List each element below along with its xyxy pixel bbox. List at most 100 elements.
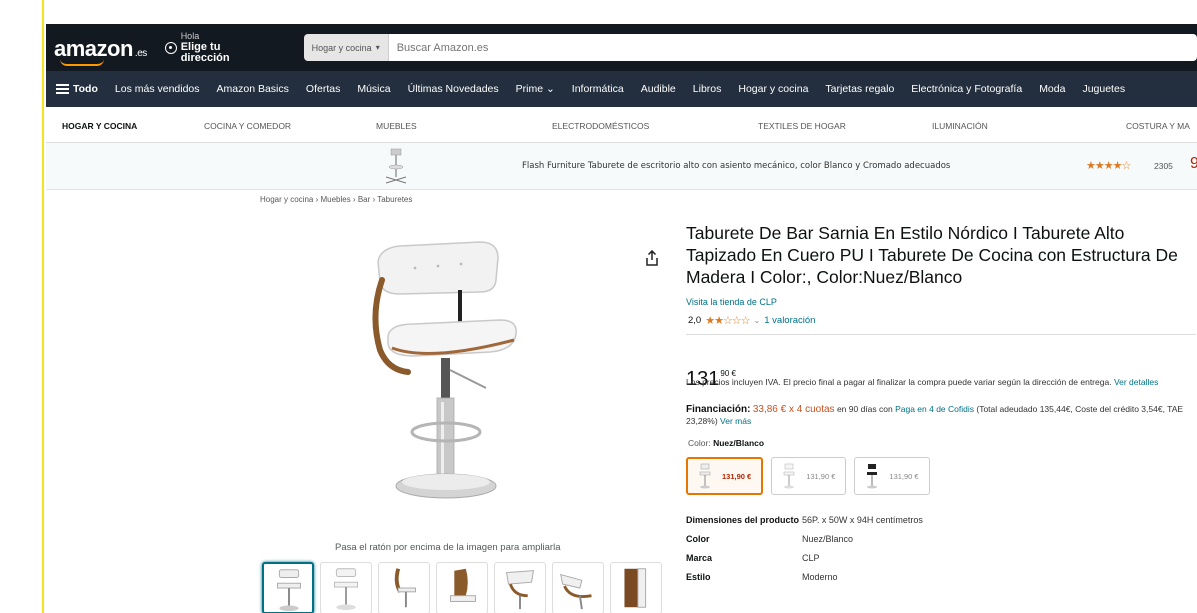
rating-summary: 2,0 ★★☆☆☆ ⌄ 1 valoración [688,314,815,327]
sub-nav: Todo Los más vendidos Amazon Basics Ofer… [46,71,1197,107]
spec-row: Dimensiones del producto 56P. x 50W x 94… [686,514,923,526]
spec-value: CLP [802,553,820,563]
variant-option-black[interactable]: 131,90 € [854,457,930,495]
thumbnail-strip [262,562,662,613]
rating-stars-icon[interactable]: ★★☆☆☆ [705,314,750,327]
category-costura[interactable]: COSTURA Y MA [1126,121,1190,131]
spec-value: Moderno [802,572,838,582]
logo-tld: .es [134,47,147,59]
subnav-item-prime[interactable]: Prime ⌄ [516,83,555,95]
location-pin-icon [164,41,177,54]
search-category-label: Hogar y cocina [311,42,372,53]
all-menu-button[interactable]: Todo [56,82,98,96]
ad-rating-count: 2305 [1154,161,1173,171]
amazon-logo[interactable]: amazon .es [54,32,147,66]
category-muebles[interactable]: MUEBLES [376,121,417,131]
tax-text: Los precios incluyen IVA. El precio fina… [686,377,1112,387]
subnav-item-tarjetas[interactable]: Tarjetas regalo [825,83,894,95]
share-icon[interactable] [645,250,659,266]
category-bar: HOGAR Y COCINA COCINA Y COMEDOR MUEBLES … [46,107,1197,143]
category-iluminacion[interactable]: ILUMINACIÓN [932,121,988,131]
caret-down-icon: ▾ [375,43,380,52]
spec-key: Dimensiones del producto [686,515,800,525]
logo-text: amazon [54,35,133,61]
thumbnail-2[interactable] [320,562,372,613]
financing-provider-link[interactable]: Paga en 4 de Cofidis [895,404,974,414]
subnav-item-moda[interactable]: Moda [1039,83,1065,95]
subnav-item-informatica[interactable]: Informática [572,83,624,95]
thumbnail-7[interactable] [610,562,662,613]
ad-price: 9 [1190,155,1197,172]
address-choose: Elige tu dirección [180,41,230,64]
ad-text: Flash Furniture Taburete de escritorio a… [522,161,951,171]
spec-value: 56P. x 50W x 94H centímetros [802,515,923,525]
subnav-item-bestsellers[interactable]: Los más vendidos [115,83,200,95]
left-accent-strip [0,0,44,613]
top-margin [46,0,1197,24]
store-link[interactable]: Visita la tienda de CLP [686,297,777,307]
variant-stool-icon [867,464,878,489]
product-main-image[interactable] [330,220,570,520]
variant-price: 131,90 € [806,471,836,481]
tax-info: Los precios incluyen IVA. El precio fina… [686,377,1197,389]
rating-count-link[interactable]: 1 valoración [764,315,815,326]
color-variants: 131,90 € 131,90 € 131,90 € [686,457,930,495]
spec-row: Estilo Moderno [686,571,923,583]
subnav-item-audible[interactable]: Audible [641,83,676,95]
thumbnail-5[interactable] [494,562,546,613]
thumbnail-6[interactable] [552,562,604,613]
variant-option-light[interactable]: 131,90 € [771,457,847,495]
rating-dropdown-icon[interactable]: ⌄ [754,316,761,325]
spec-key: Marca [686,553,713,563]
subnav-item-ofertas[interactable]: Ofertas [306,83,340,95]
subnav-item-amazon-basics[interactable]: Amazon Basics [217,83,289,95]
category-hogar[interactable]: HOGAR Y COCINA [62,121,137,131]
color-value: Nuez/Blanco [713,438,765,448]
search-bar: Hogar y cocina ▾ [303,34,1197,61]
rating-value: 2,0 [688,315,702,326]
divider [686,334,1196,335]
subnav-item-electronica[interactable]: Electrónica y Fotografía [911,83,1022,95]
subnav-item-hogar[interactable]: Hogar y cocina [738,83,808,95]
variant-stool-icon [783,463,795,489]
thumbnail-1[interactable] [262,562,314,613]
color-selection: Color: Nuez/Blanco [688,438,764,448]
spec-row: Marca CLP [686,552,923,564]
product-specs: Dimensiones del producto 56P. x 50W x 94… [686,514,923,590]
financing-more-link[interactable]: Ver más [720,416,751,426]
color-label: Color: [688,438,711,448]
variant-option-white[interactable]: 131,90 € [686,457,764,495]
financing-mid: en 90 días con [836,404,893,414]
logo-smile-icon [60,59,104,66]
financing-label: Financiación: [686,404,751,415]
hamburger-icon [56,82,69,96]
top-nav: amazon .es Hola Elige tu dirección Hogar… [46,24,1197,71]
subnav-item-libros[interactable]: Libros [693,83,722,95]
financing-info: Financiación: 33,86 € x 4 cuotas en 90 d… [686,404,1197,427]
category-cocina[interactable]: COCINA Y COMEDOR [204,121,291,131]
variant-price: 131,90 € [889,471,919,481]
category-electrodomesticos[interactable]: ELECTRODOMÉSTICOS [552,121,649,131]
subnav-item-novedades[interactable]: Últimas Novedades [408,83,499,95]
subnav-item-musica[interactable]: Música [357,83,390,95]
thumbnail-3[interactable] [378,562,430,613]
variant-stool-icon [699,463,711,489]
prime-label: Prime [515,83,544,95]
subnav-item-juguetes[interactable]: Juguetes [1082,83,1125,95]
thumbnail-4[interactable] [436,562,488,613]
financing-amount: 33,86 € x 4 cuotas [752,404,835,415]
zoom-hint: Pasa el ratón por encima de la imagen pa… [335,542,561,553]
sponsored-banner[interactable]: Flash Furniture Taburete de escritorio a… [46,143,1197,190]
spec-key: Estilo [686,572,711,582]
category-textiles[interactable]: TEXTILES DE HOGAR [758,121,846,131]
ad-product-image [385,148,407,184]
search-input[interactable] [388,34,1197,61]
all-menu-label: Todo [73,83,98,95]
spec-key: Color [686,534,710,544]
tax-details-link[interactable]: Ver detalles [1114,377,1158,387]
breadcrumb[interactable]: Hogar y cocina › Muebles › Bar › Taburet… [260,195,412,204]
delivery-address[interactable]: Hola Elige tu dirección [164,31,272,64]
spec-value: Nuez/Blanco [802,534,854,544]
search-category-dropdown[interactable]: Hogar y cocina ▾ [303,34,389,61]
product-title: Taburete De Bar Sarnia En Estilo Nórdico… [686,223,1178,287]
